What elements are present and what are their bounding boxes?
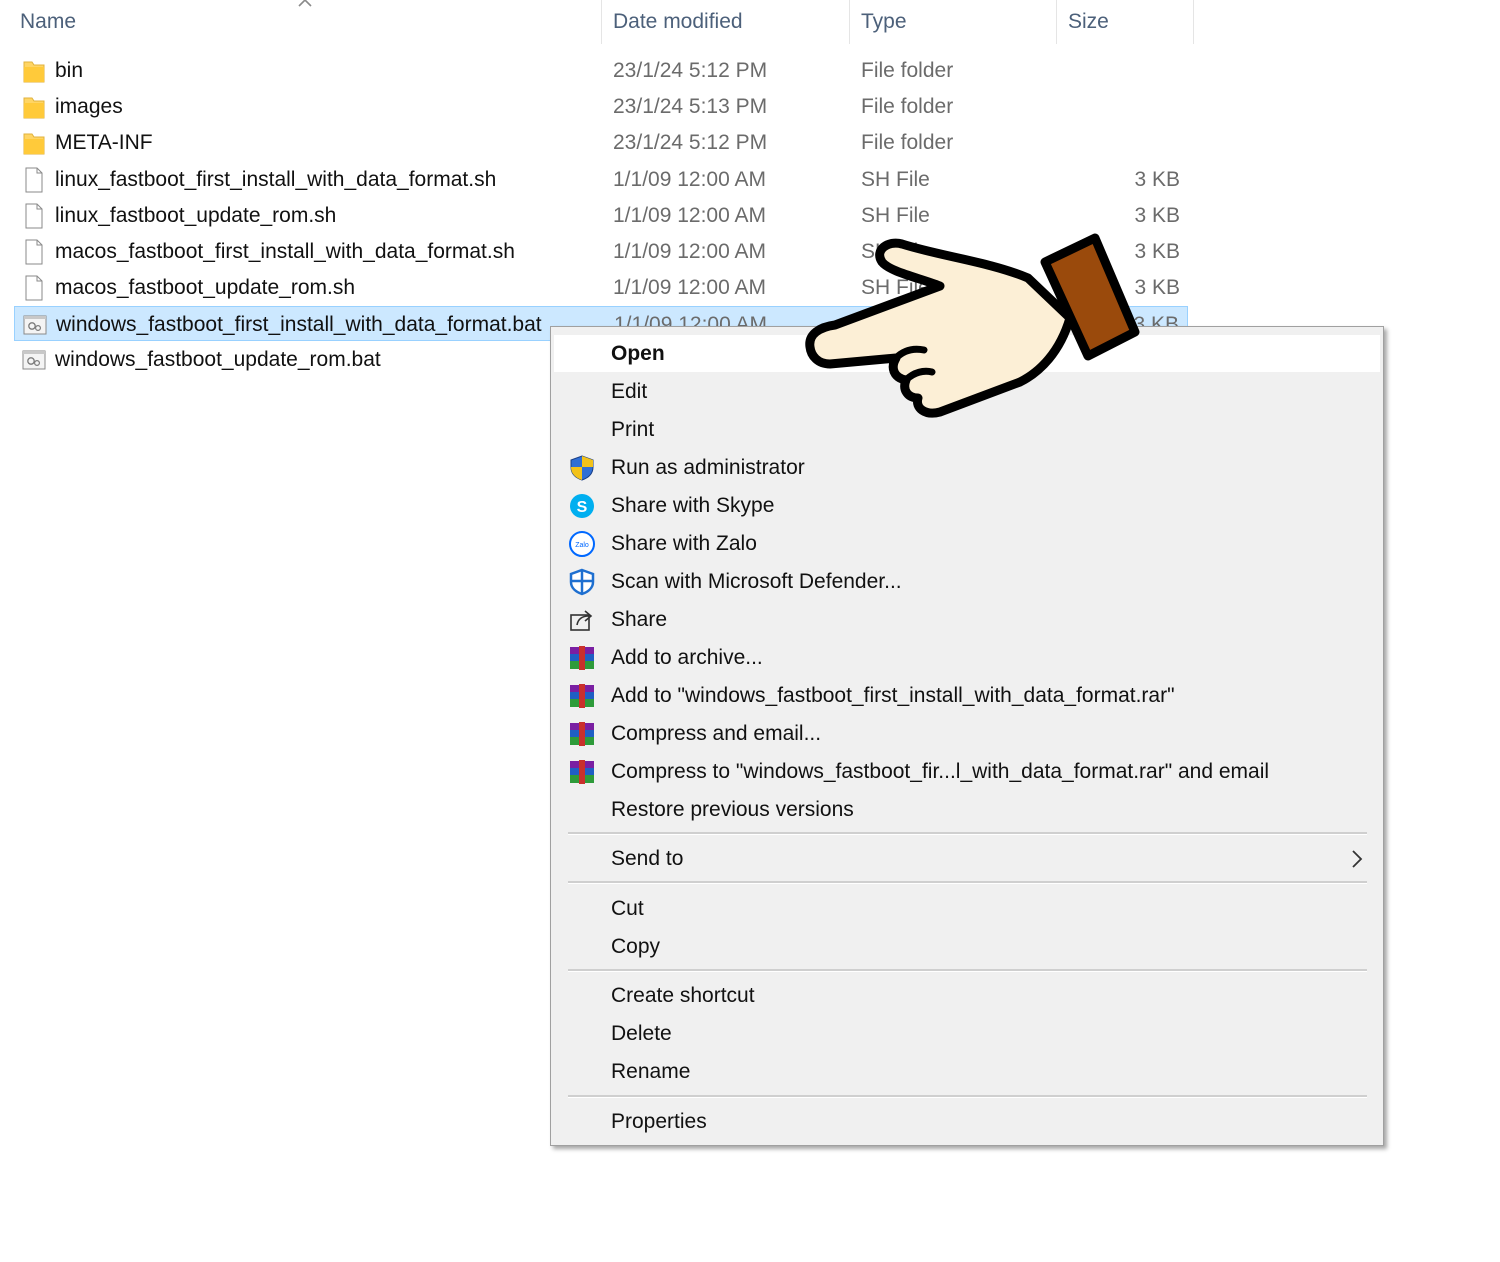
file-date: 23/1/24 5:12 PM	[613, 59, 768, 82]
menu-item-share[interactable]: Share	[554, 601, 1380, 638]
menu-separator	[568, 881, 1367, 884]
menu-item-label: Open	[611, 342, 665, 365]
menu-item-share-with-skype[interactable]: S Share with Skype	[554, 487, 1380, 524]
column-divider[interactable]	[1193, 0, 1194, 44]
share-icon	[570, 610, 593, 631]
column-header-bar: Name Date modified Type Size	[0, 0, 1200, 44]
file-row-bin[interactable]: bin 23/1/24 5:12 PM File folder	[14, 53, 1188, 88]
menu-item-label: Share	[611, 608, 668, 631]
file-size: 3 KB	[1134, 168, 1180, 191]
menu-separator	[568, 832, 1367, 835]
menu-item-properties[interactable]: Properties	[554, 1103, 1380, 1140]
menu-separator	[568, 1095, 1367, 1098]
menu-item-delete[interactable]: Delete	[554, 1015, 1380, 1052]
menu-separator	[568, 969, 1367, 972]
file-icon	[25, 275, 43, 301]
file-name: windows_fastboot_update_rom.bat	[55, 348, 381, 371]
menu-item-label: Run as administrator	[611, 456, 805, 479]
menu-item-label: Copy	[611, 935, 661, 958]
menu-item-share-with-zalo[interactable]: Zalo Share with Zalo	[554, 525, 1380, 562]
file-date: 23/1/24 5:13 PM	[613, 95, 768, 118]
column-size-header[interactable]: Size	[1068, 0, 1109, 44]
file-name: images	[55, 95, 123, 118]
menu-item-label: Create shortcut	[611, 984, 755, 1007]
sort-ascending-icon	[298, 0, 312, 7]
menu-item-label: Add to "windows_fastboot_first_install_w…	[611, 684, 1175, 707]
file-row-linux-first-install[interactable]: linux_fastboot_first_install_with_data_f…	[14, 162, 1188, 197]
winrar-icon	[570, 760, 594, 784]
folder-icon	[23, 133, 45, 155]
column-name-header[interactable]: Name	[20, 0, 76, 44]
menu-item-label: Edit	[611, 380, 648, 403]
menu-item-label: Share with Zalo	[611, 532, 757, 555]
file-name: META-INF	[55, 131, 153, 154]
folder-icon	[23, 61, 45, 83]
menu-item-label: Properties	[611, 1110, 707, 1133]
file-name: macos_fastboot_first_install_with_data_f…	[55, 240, 515, 263]
file-date: 23/1/24 5:12 PM	[613, 131, 768, 154]
menu-item-compress-and-email[interactable]: Compress and email...	[554, 715, 1380, 752]
file-type: File folder	[861, 131, 954, 154]
menu-item-compress-to-rar-and-email[interactable]: Compress to "windows_fastboot_fir...l_wi…	[554, 753, 1380, 790]
menu-item-add-to-archive[interactable]: Add to archive...	[554, 639, 1380, 676]
file-row-meta-inf[interactable]: META-INF 23/1/24 5:12 PM File folder	[14, 125, 1188, 160]
zalo-icon: Zalo	[569, 531, 595, 557]
chevron-right-icon	[1352, 850, 1363, 868]
folder-icon	[23, 97, 45, 119]
column-date-header[interactable]: Date modified	[613, 0, 743, 44]
menu-item-copy[interactable]: Copy	[554, 928, 1380, 965]
column-divider[interactable]	[1056, 0, 1057, 44]
file-type: File folder	[861, 95, 954, 118]
winrar-icon	[570, 722, 594, 746]
menu-item-rename[interactable]: Rename	[554, 1053, 1380, 1090]
pointing-hand-icon	[805, 233, 1140, 418]
menu-item-add-to-rar[interactable]: Add to "windows_fastboot_first_install_w…	[554, 677, 1380, 714]
file-name: linux_fastboot_first_install_with_data_f…	[55, 168, 497, 191]
column-divider[interactable]	[601, 0, 602, 44]
uac-shield-icon	[570, 455, 594, 481]
menu-item-send-to[interactable]: Send to	[554, 840, 1380, 877]
menu-item-label: Compress to "windows_fastboot_fir...l_wi…	[611, 760, 1270, 783]
menu-item-cut[interactable]: Cut	[554, 890, 1380, 927]
winrar-icon	[570, 684, 594, 708]
winrar-icon	[570, 646, 594, 670]
menu-item-restore-previous-versions[interactable]: Restore previous versions	[554, 791, 1380, 828]
file-icon	[25, 167, 43, 193]
menu-item-label: Restore previous versions	[611, 798, 854, 821]
svg-text:S: S	[577, 499, 588, 516]
batch-file-icon	[23, 315, 47, 335]
menu-item-label: Send to	[611, 847, 684, 870]
menu-item-label: Add to archive...	[611, 646, 763, 669]
svg-text:Zalo: Zalo	[575, 542, 589, 549]
menu-item-label: Delete	[611, 1022, 672, 1045]
defender-icon	[569, 568, 595, 596]
menu-item-label: Compress and email...	[611, 722, 822, 745]
menu-item-scan-with-defender[interactable]: Scan with Microsoft Defender...	[554, 563, 1380, 600]
context-menu: Open Edit Print Run as administrator S S…	[550, 326, 1384, 1146]
file-name: linux_fastboot_update_rom.sh	[55, 204, 337, 227]
menu-item-label: Rename	[611, 1060, 691, 1083]
file-icon	[25, 239, 43, 265]
file-date: 1/1/09 12:00 AM	[613, 276, 766, 299]
file-name: windows_fastboot_first_install_with_data…	[56, 313, 542, 336]
menu-item-create-shortcut[interactable]: Create shortcut	[554, 977, 1380, 1014]
column-type-header[interactable]: Type	[861, 0, 907, 44]
file-date: 1/1/09 12:00 AM	[613, 168, 766, 191]
file-icon	[25, 203, 43, 229]
file-type: File folder	[861, 59, 954, 82]
file-date: 1/1/09 12:00 AM	[613, 204, 766, 227]
menu-item-label: Share with Skype	[611, 494, 775, 517]
batch-file-icon	[22, 350, 46, 370]
menu-item-label: Print	[611, 418, 655, 441]
skype-icon: S	[570, 494, 594, 518]
file-type: SH File	[861, 168, 930, 191]
menu-item-label: Cut	[611, 897, 644, 920]
file-row-images[interactable]: images 23/1/24 5:13 PM File folder	[14, 89, 1188, 124]
file-name: macos_fastboot_update_rom.sh	[55, 276, 356, 299]
menu-item-run-as-administrator[interactable]: Run as administrator	[554, 449, 1380, 486]
menu-item-label: Scan with Microsoft Defender...	[611, 570, 902, 593]
column-divider[interactable]	[849, 0, 850, 44]
file-name: bin	[55, 59, 84, 82]
file-date: 1/1/09 12:00 AM	[613, 240, 766, 263]
